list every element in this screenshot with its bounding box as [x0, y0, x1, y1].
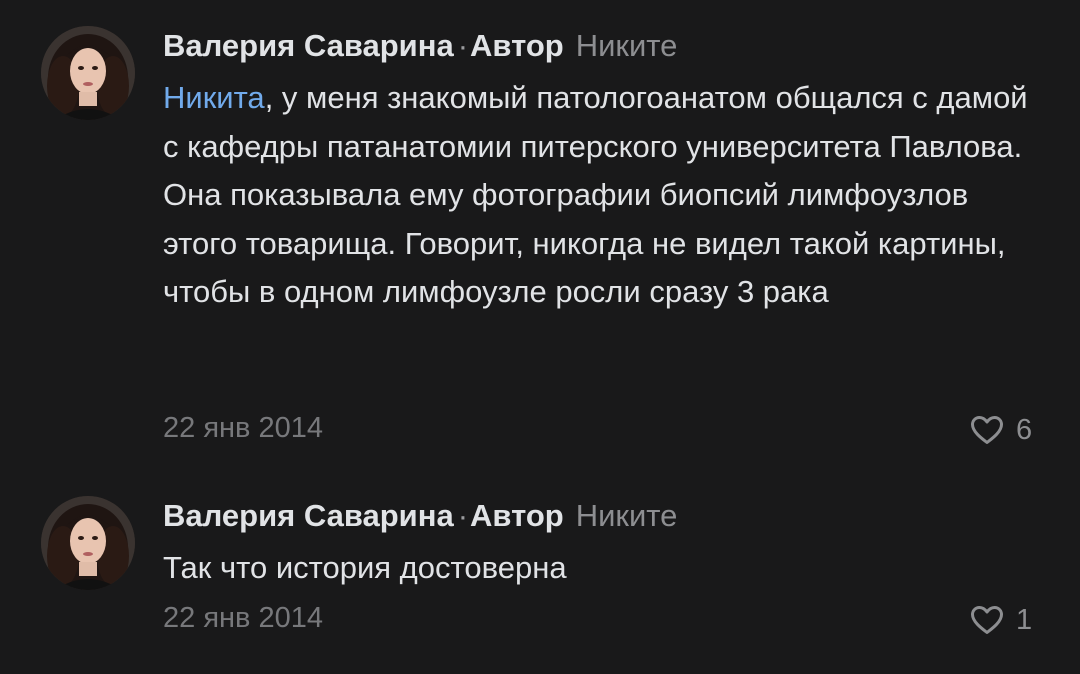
like-count: 6 [1016, 413, 1033, 446]
comment-date[interactable]: 22 янв 2014 [163, 602, 323, 635]
comment-header: Валерия Саварина ·Автор Никите [163, 24, 677, 68]
reply-to-link[interactable]: Никите [576, 28, 678, 63]
author-name[interactable]: Валерия Саварина [163, 28, 454, 63]
avatar-image [41, 496, 135, 590]
reply-to-link[interactable]: Никите [576, 498, 678, 533]
heart-outline-icon [971, 416, 1003, 444]
avatar-image [41, 26, 135, 120]
author-badge: Автор [470, 498, 564, 533]
comment-header: Валерия Саварина ·Автор Никите [163, 494, 677, 538]
separator-dot: · [457, 28, 469, 63]
author-name[interactable]: Валерия Саварина [163, 498, 454, 533]
like-count: 1 [1016, 603, 1033, 636]
comment-text: Никита, у меня знакомый патологоанатом о… [163, 74, 1043, 317]
mention-link[interactable]: Никита [163, 80, 265, 115]
heart-outline-icon [971, 606, 1003, 634]
comment-body: , у меня знакомый патологоанатом общался… [163, 80, 1028, 309]
like-button[interactable]: 6 [970, 410, 1032, 450]
comment-text: Так что история достоверна [163, 550, 567, 585]
author-badge: Автор [470, 28, 564, 63]
avatar[interactable] [41, 496, 135, 590]
comment-date[interactable]: 22 янв 2014 [163, 412, 323, 445]
like-button[interactable]: 1 [970, 600, 1032, 640]
separator-dot: · [457, 498, 469, 533]
avatar[interactable] [41, 26, 135, 120]
